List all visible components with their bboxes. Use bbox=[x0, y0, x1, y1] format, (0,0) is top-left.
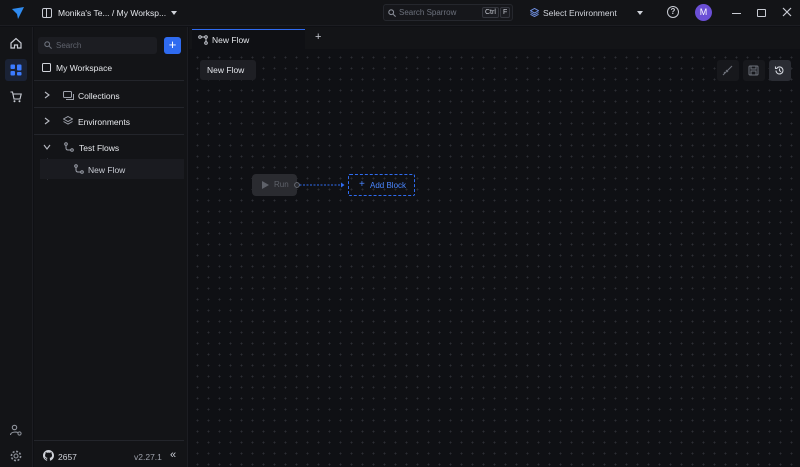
chevron-down-icon bbox=[637, 11, 643, 15]
collapse-sidebar-icon[interactable]: « bbox=[170, 449, 176, 461]
run-button[interactable]: Run bbox=[252, 174, 297, 196]
restore-icon[interactable] bbox=[755, 7, 767, 19]
clear-canvas-button[interactable] bbox=[717, 60, 739, 81]
sidebar-item-collections[interactable]: Collections bbox=[34, 85, 184, 105]
play-icon bbox=[262, 181, 269, 189]
chevron-down-icon bbox=[43, 144, 51, 150]
history-icon bbox=[774, 66, 784, 75]
flow-name-label: New Flow bbox=[207, 65, 245, 75]
chevron-right-icon bbox=[44, 91, 50, 99]
new-tab-button[interactable]: + bbox=[315, 31, 321, 43]
flow-icon bbox=[198, 35, 208, 45]
app-version: v2.27.1 bbox=[134, 452, 162, 462]
sidebar-item-new-flow[interactable]: New Flow bbox=[40, 159, 184, 179]
divider bbox=[34, 80, 184, 81]
search-icon bbox=[388, 9, 396, 17]
flow-canvas[interactable]: New Flow Run + Add Block bbox=[189, 49, 800, 467]
history-button[interactable] bbox=[769, 60, 791, 81]
flow-connector bbox=[294, 182, 345, 188]
settings-user-icon[interactable] bbox=[5, 419, 27, 441]
add-block-label: Add Block bbox=[370, 181, 407, 190]
workspace-title[interactable]: My Workspace bbox=[56, 63, 112, 73]
folder-icon bbox=[63, 91, 74, 100]
sidebar-item-test-flows[interactable]: Test Flows bbox=[34, 137, 184, 157]
plus-icon: + bbox=[359, 179, 365, 190]
run-label: Run bbox=[274, 180, 289, 189]
workspace-icon bbox=[42, 8, 52, 18]
global-search-input[interactable]: Search Sparrow Ctrl F bbox=[383, 4, 513, 21]
chevron-right-icon bbox=[44, 117, 50, 125]
save-button[interactable] bbox=[743, 60, 765, 81]
flow-icon bbox=[74, 164, 84, 174]
github-icon[interactable] bbox=[43, 450, 54, 461]
add-block-button[interactable]: + Add Block bbox=[348, 174, 415, 196]
flow-name-field[interactable]: New Flow bbox=[200, 60, 256, 80]
search-placeholder: Search Sparrow bbox=[399, 8, 457, 17]
home-icon[interactable] bbox=[5, 32, 27, 54]
sidebar-item-label: Test Flows bbox=[79, 143, 120, 153]
sparrow-logo bbox=[12, 7, 24, 19]
workspace-icon bbox=[42, 63, 51, 72]
chevron-down-icon[interactable] bbox=[171, 11, 177, 15]
tab-bar: New Flow + bbox=[189, 27, 800, 49]
sidebar-item-label: New Flow bbox=[88, 165, 126, 175]
save-icon bbox=[748, 65, 759, 76]
add-button[interactable]: + bbox=[164, 37, 181, 54]
cart-icon[interactable] bbox=[5, 86, 27, 108]
sidebar: Search + My Workspace Collections Enviro… bbox=[34, 27, 188, 467]
gear-icon[interactable] bbox=[5, 445, 27, 467]
activity-rail bbox=[0, 27, 33, 467]
broom-icon bbox=[722, 65, 733, 76]
workspace-switcher[interactable]: Monika's Te... / My Worksp... bbox=[58, 8, 166, 18]
avatar[interactable]: M bbox=[695, 4, 712, 21]
github-star-count: 2657 bbox=[58, 452, 77, 462]
shortcut-key-f: F bbox=[500, 7, 511, 18]
sidebar-item-label: Collections bbox=[78, 91, 120, 101]
tab-label: New Flow bbox=[212, 35, 250, 45]
sidebar-item-label: Environments bbox=[78, 117, 130, 127]
minimize-icon[interactable] bbox=[730, 7, 742, 19]
flow-icon bbox=[64, 142, 74, 152]
title-bar: Monika's Te... / My Worksp... Search Spa… bbox=[0, 0, 800, 26]
sidebar-search-input[interactable]: Search bbox=[38, 37, 157, 54]
divider bbox=[34, 134, 184, 135]
shortcut-key-ctrl: Ctrl bbox=[482, 7, 499, 18]
environment-select[interactable]: Select Environment bbox=[527, 4, 647, 21]
search-icon bbox=[44, 41, 52, 49]
env-icon bbox=[530, 8, 539, 17]
environment-label: Select Environment bbox=[543, 8, 617, 18]
layers-icon bbox=[63, 116, 73, 125]
collections-grid-icon[interactable] bbox=[5, 59, 27, 81]
divider bbox=[34, 440, 184, 441]
close-icon[interactable] bbox=[781, 7, 793, 19]
help-icon[interactable]: ? bbox=[667, 6, 679, 18]
sidebar-item-environments[interactable]: Environments bbox=[34, 111, 184, 131]
divider bbox=[34, 107, 184, 108]
sidebar-search-placeholder: Search bbox=[56, 41, 82, 50]
tab-new-flow[interactable]: New Flow bbox=[192, 29, 305, 49]
